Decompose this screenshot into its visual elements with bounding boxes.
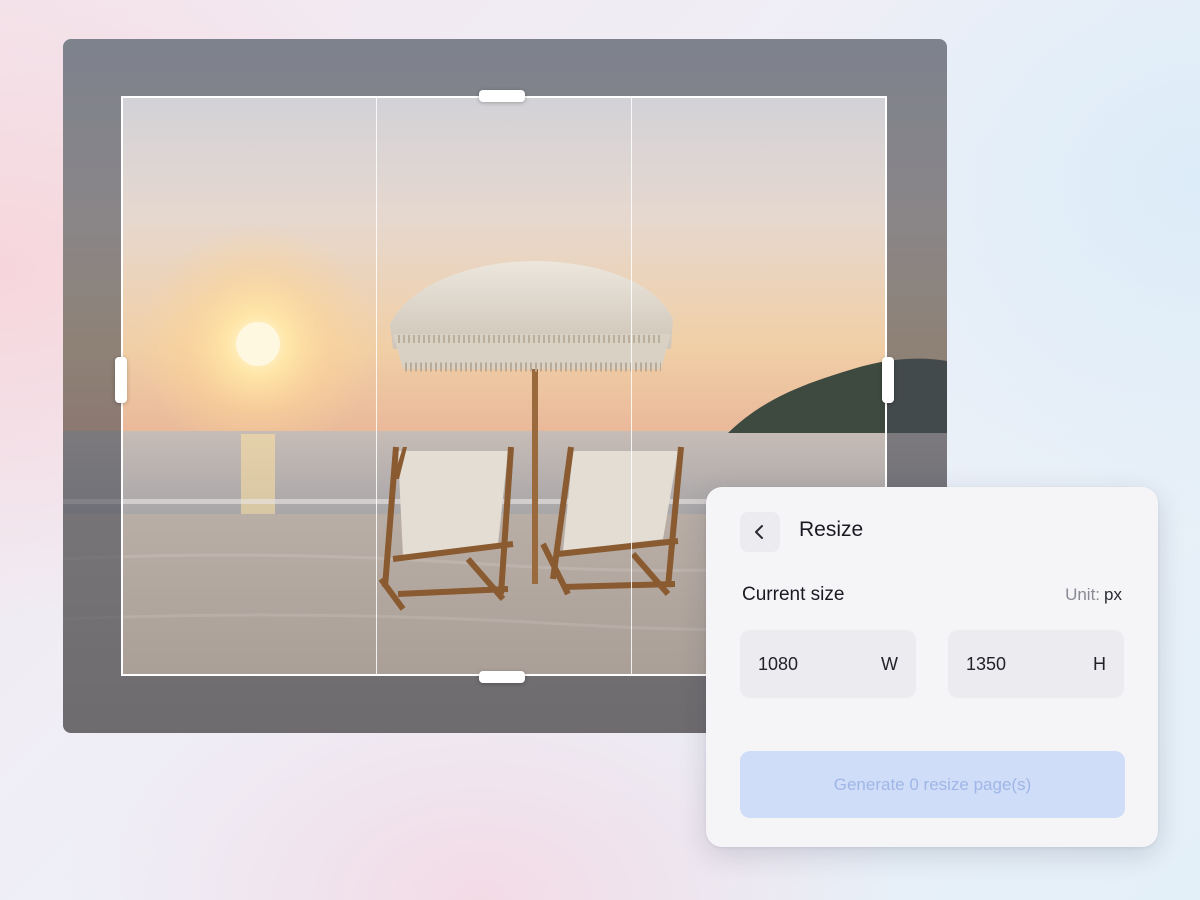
chevron-left-icon: [755, 525, 763, 539]
crop-handle-left[interactable]: [115, 357, 127, 403]
crop-handle-right[interactable]: [882, 357, 894, 403]
unit-value: px: [1104, 585, 1122, 604]
unit-label: Unit:: [1065, 585, 1101, 604]
height-value: 1350: [966, 653, 1007, 674]
generate-button[interactable]: Generate 0 resize page(s): [740, 751, 1125, 818]
panel-title: Resize: [799, 518, 864, 541]
crop-handle-bottom[interactable]: [479, 671, 525, 683]
resize-panel: Resize Current size Unit: px 1080 W 1350 …: [706, 487, 1158, 847]
crop-grid-line-2: [631, 98, 632, 674]
height-field[interactable]: 1350 H: [948, 630, 1124, 698]
crop-grid-line-1: [376, 98, 377, 674]
unit-selector[interactable]: Unit: px: [1065, 585, 1122, 605]
height-suffix: H: [1093, 653, 1106, 674]
current-size-label: Current size: [742, 584, 845, 605]
width-value: 1080: [758, 653, 799, 674]
crop-handle-top[interactable]: [479, 90, 525, 102]
back-button[interactable]: [740, 512, 780, 552]
width-field[interactable]: 1080 W: [740, 630, 916, 698]
width-suffix: W: [881, 653, 898, 674]
